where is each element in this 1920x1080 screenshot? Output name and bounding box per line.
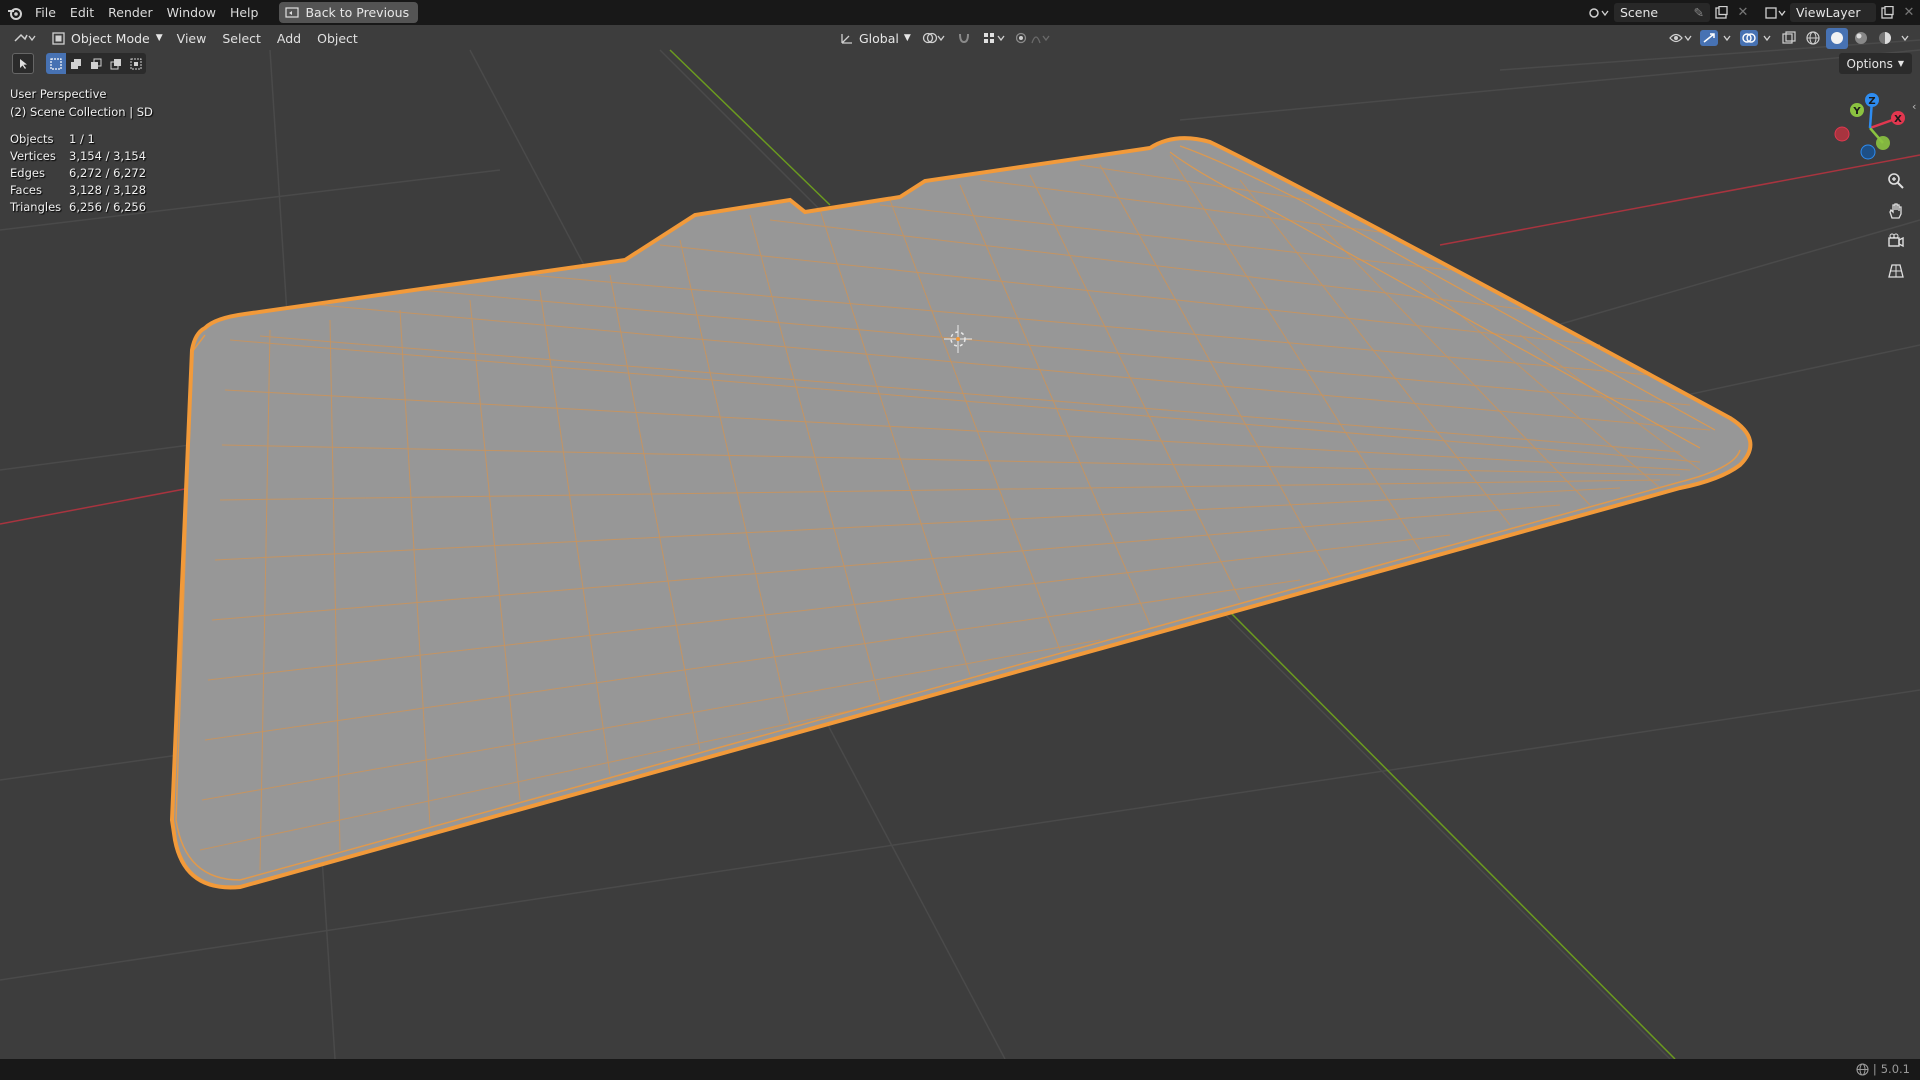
- menu-window[interactable]: Window: [160, 0, 223, 25]
- stat-value: 6,272 / 6,272: [69, 166, 147, 180]
- pin-icon[interactable]: ✎: [1694, 5, 1704, 20]
- stat-row-faces: Faces 3,128 / 3,128: [10, 182, 146, 199]
- visibility-icon[interactable]: [1666, 28, 1696, 49]
- chevron-down-icon: ▼: [155, 33, 163, 43]
- chevron-down-icon: ▼: [903, 33, 911, 43]
- version-label: 5.0.1: [1880, 1062, 1910, 1076]
- navigation-gizmo[interactable]: X Y Z: [1830, 88, 1910, 168]
- version-info: | 5.0.1: [1856, 1062, 1910, 1076]
- view-layer-selector-icon[interactable]: [1762, 2, 1790, 23]
- select-new-icon[interactable]: [46, 53, 66, 74]
- new-scene-icon[interactable]: [1710, 2, 1732, 23]
- zoom-icon[interactable]: [1882, 167, 1910, 195]
- select-extend-icon[interactable]: [66, 53, 86, 74]
- stat-label: Edges: [10, 166, 45, 180]
- gizmo-x-negative[interactable]: [1834, 126, 1850, 142]
- options-dropdown[interactable]: Options ▼: [1838, 53, 1912, 74]
- menu-object[interactable]: Object: [309, 31, 366, 46]
- select-subtract-icon[interactable]: [86, 53, 106, 74]
- scene-statistics: Objects 1 / 1 Vertices 3,154 / 3,154 Edges…: [10, 131, 146, 216]
- snap-target-icon[interactable]: [979, 28, 1009, 49]
- stat-row-objects: Objects 1 / 1: [10, 131, 146, 148]
- menu-file[interactable]: File: [28, 0, 63, 25]
- chevron-down-icon: ▼: [1897, 59, 1904, 68]
- stat-label: Vertices: [10, 149, 56, 163]
- viewport-info-overlay: User Perspective (2) Scene Collection | …: [10, 86, 153, 121]
- menu-render[interactable]: Render: [101, 0, 160, 25]
- shading-options-chevron-icon[interactable]: [1898, 28, 1912, 49]
- material-shading-icon[interactable]: [1850, 28, 1872, 49]
- back-to-previous-button[interactable]: Back to Previous: [279, 2, 419, 23]
- pivot-point-icon[interactable]: [919, 28, 949, 49]
- overlays-toggle-icon[interactable]: [1738, 28, 1776, 49]
- perspective-toggle-icon[interactable]: [1882, 257, 1910, 285]
- gizmo-toggle-icon[interactable]: [1698, 28, 1736, 49]
- separator: |: [1872, 1062, 1877, 1076]
- tool-settings-row: [12, 53, 146, 74]
- select-intersect-icon[interactable]: [126, 53, 146, 74]
- viewport-header: Object Mode ▼ View Select Add Object Glo…: [0, 25, 1920, 51]
- perspective-label: User Perspective: [10, 87, 107, 101]
- solid-shading-icon[interactable]: [1826, 27, 1848, 49]
- screen-back-icon: [285, 6, 300, 18]
- scene-selector-icon[interactable]: [1584, 2, 1614, 23]
- gizmo-y-label: Y: [1852, 106, 1861, 117]
- scene-name-value: Scene: [1620, 5, 1659, 20]
- stat-row-edges: Edges 6,272 / 6,272: [10, 165, 146, 182]
- menu-view[interactable]: View: [169, 31, 215, 46]
- gizmo-y-negative[interactable]: [1876, 136, 1890, 150]
- xray-toggle-icon[interactable]: [1778, 28, 1800, 49]
- gizmo-z-negative[interactable]: [1860, 144, 1876, 160]
- wireframe-shading-icon[interactable]: [1802, 28, 1824, 49]
- options-label: Options: [1846, 56, 1893, 71]
- stat-row-triangles: Triangles 6,256 / 6,256: [10, 199, 146, 216]
- select-invert-icon[interactable]: [106, 53, 126, 74]
- stat-label: Objects: [10, 132, 54, 146]
- orientation-axis-icon: [841, 34, 852, 44]
- stat-value: 6,256 / 6,256: [69, 200, 147, 214]
- view-layer-value: ViewLayer: [1796, 5, 1861, 20]
- sidebar-toggle-icon[interactable]: ‹: [1912, 100, 1916, 113]
- network-icon: [1856, 1062, 1869, 1076]
- select-tool-icon[interactable]: [12, 53, 34, 74]
- menu-help[interactable]: Help: [223, 0, 266, 25]
- view-layer-field[interactable]: ViewLayer: [1790, 3, 1876, 22]
- new-view-layer-icon[interactable]: [1876, 2, 1898, 23]
- menu-select[interactable]: Select: [214, 31, 269, 46]
- transform-orientation-label: Global: [859, 30, 899, 46]
- gizmo-z-label: Z: [1868, 96, 1875, 107]
- gizmo-x-label: X: [1894, 114, 1902, 125]
- collection-label: (2) Scene Collection | SD: [10, 104, 153, 119]
- delete-view-layer-icon[interactable]: ✕: [1898, 2, 1920, 23]
- stat-row-vertices: Vertices 3,154 / 3,154: [10, 148, 146, 165]
- stat-label: Triangles: [10, 200, 62, 214]
- camera-view-icon[interactable]: [1882, 227, 1910, 255]
- back-to-previous-label: Back to Previous: [305, 5, 410, 20]
- editor-type-icon[interactable]: [10, 27, 40, 48]
- top-menubar: File Edit Render Window Help Back to Pre…: [0, 0, 1920, 25]
- object-mode-icon: [52, 31, 65, 45]
- rendered-shading-icon[interactable]: [1874, 28, 1896, 49]
- proportional-editing-icon[interactable]: [1013, 28, 1053, 49]
- object-mode-dropdown[interactable]: Object Mode ▼: [46, 28, 169, 49]
- delete-scene-icon[interactable]: ✕: [1732, 2, 1754, 23]
- menu-add[interactable]: Add: [269, 31, 309, 46]
- snap-toggle-icon[interactable]: [953, 28, 975, 49]
- status-bar: | 5.0.1: [0, 1059, 1920, 1080]
- viewport-canvas[interactable]: [0, 0, 1920, 1080]
- object-mode-label: Object Mode: [71, 30, 150, 46]
- stat-label: Faces: [10, 183, 42, 197]
- menu-edit[interactable]: Edit: [63, 0, 101, 25]
- pan-hand-icon[interactable]: [1882, 197, 1910, 225]
- transform-orientation-dropdown[interactable]: Global ▼: [836, 31, 915, 46]
- stat-value: 3,154 / 3,154: [69, 149, 147, 163]
- blender-logo-icon[interactable]: [2, 0, 28, 25]
- scene-name-field[interactable]: Scene ✎: [1614, 3, 1710, 22]
- selection-mode-group: [46, 53, 146, 74]
- stat-value: 3,128 / 3,128: [69, 183, 147, 197]
- stat-value: 1 / 1: [69, 132, 95, 146]
